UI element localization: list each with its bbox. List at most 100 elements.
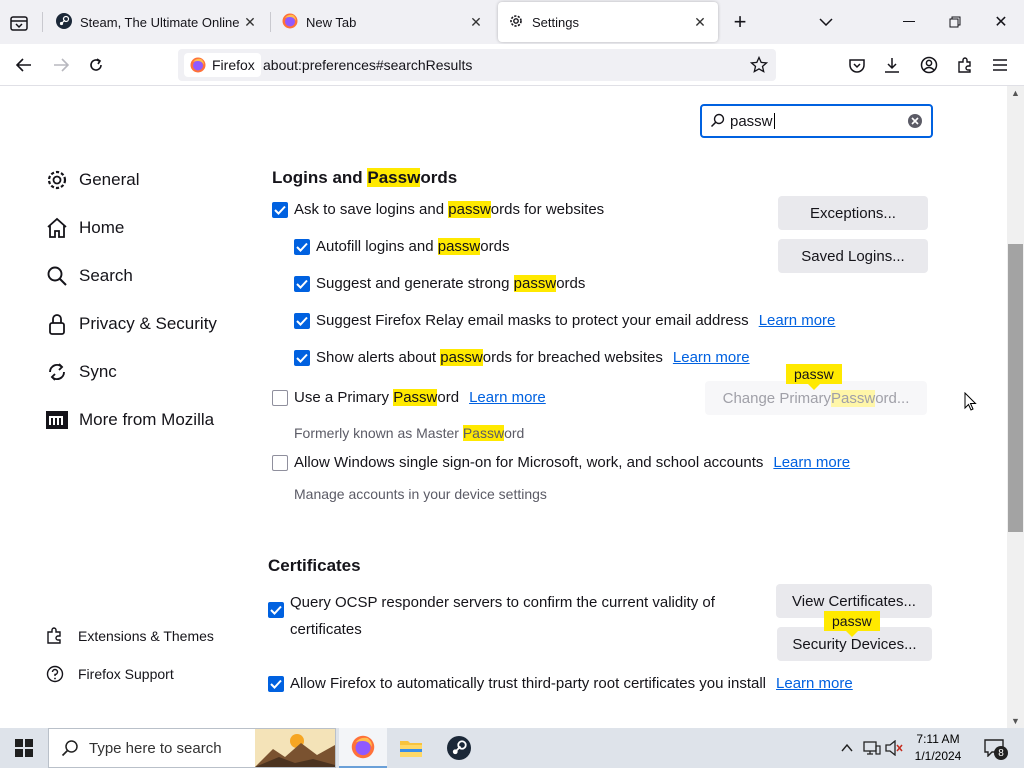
checkbox-checked-icon[interactable]	[294, 275, 310, 292]
learn-more-link[interactable]: Learn more	[673, 349, 750, 366]
ocsp-checkbox[interactable]: Query OCSP responder servers to confirm …	[268, 589, 715, 643]
close-icon[interactable]: ✕	[468, 14, 484, 30]
checkbox-checked-icon[interactable]	[268, 602, 284, 618]
sidebar-item-home[interactable]: Home	[44, 215, 124, 241]
taskbar-search-box[interactable]: Type here to search	[48, 728, 336, 768]
checkbox-label: Show alerts about passwords for breached…	[316, 349, 663, 366]
clear-search-icon[interactable]	[907, 113, 923, 129]
firefox-view-icon[interactable]	[8, 12, 30, 34]
back-icon[interactable]	[12, 53, 36, 77]
close-icon[interactable]: ✕	[692, 14, 708, 30]
checkbox-label: Autofill logins and passwords	[316, 238, 510, 255]
breach-alerts-checkbox[interactable]: Show alerts about passwords for breached…	[294, 349, 750, 366]
autofill-logins-checkbox[interactable]: Autofill logins and passwords	[294, 238, 509, 255]
account-icon[interactable]	[917, 53, 941, 77]
volume-muted-icon[interactable]	[884, 738, 904, 758]
search-value: passw	[730, 113, 775, 130]
list-all-tabs-icon[interactable]	[815, 11, 837, 33]
tab-new-tab[interactable]: New Tab ✕	[272, 2, 494, 42]
extensions-puzzle-icon[interactable]	[953, 53, 977, 77]
checkbox-unchecked-icon[interactable]	[272, 389, 288, 406]
relay-masks-checkbox[interactable]: Suggest Firefox Relay email masks to pro…	[294, 312, 835, 329]
sidebar-item-label: More from Mozilla	[79, 410, 215, 429]
steam-icon	[56, 12, 72, 32]
folder-icon	[399, 738, 423, 758]
checkbox-label: Allow Firefox to automatically trust thi…	[290, 675, 767, 692]
checkbox-label: Allow Windows single sign-on for Microso…	[294, 454, 764, 471]
mozilla-icon	[44, 407, 70, 433]
checkbox-unchecked-icon[interactable]	[272, 454, 288, 471]
windows-taskbar: Type here to search 7:11 AM 1/1/2024 8	[0, 728, 1024, 768]
new-tab-icon[interactable]: +	[729, 9, 751, 34]
forward-icon[interactable]	[49, 53, 73, 77]
sync-icon	[44, 359, 70, 385]
checkbox-label: Query OCSP responder servers to confirm …	[290, 594, 715, 638]
close-icon[interactable]: ✕	[242, 14, 258, 30]
menu-hamburger-icon[interactable]	[988, 53, 1012, 77]
download-icon[interactable]	[880, 53, 904, 77]
primary-password-checkbox[interactable]: Use a Primary Password Learn more	[272, 389, 546, 406]
taskbar-clock[interactable]: 7:11 AM 1/1/2024	[906, 731, 970, 765]
suggest-passwords-checkbox[interactable]: Suggest and generate strong passwords	[294, 275, 585, 292]
sidebar-extensions-link[interactable]: Extensions & Themes	[46, 627, 214, 645]
checkbox-checked-icon[interactable]	[268, 675, 284, 692]
sidebar-support-link[interactable]: Firefox Support	[46, 665, 174, 683]
checkbox-checked-icon[interactable]	[294, 312, 310, 329]
tab-separator	[270, 12, 271, 32]
network-icon[interactable]	[862, 738, 882, 758]
identity-box[interactable]: Firefox	[184, 53, 261, 77]
scrollbar-thumb[interactable]	[1008, 244, 1023, 532]
tab-steam[interactable]: Steam, The Ultimate Online Gar ✕	[46, 2, 268, 42]
puzzle-icon	[46, 627, 64, 645]
notification-center-icon[interactable]: 8	[982, 737, 1008, 760]
learn-more-link[interactable]: Learn more	[773, 454, 850, 471]
checkbox-checked-icon[interactable]	[294, 238, 310, 255]
sidebar-item-privacy[interactable]: Privacy & Security	[44, 311, 217, 337]
exceptions-button[interactable]: Exceptions...	[778, 196, 928, 230]
tab-settings[interactable]: Settings ✕	[498, 2, 718, 42]
window-close-icon[interactable]: ✕	[990, 11, 1012, 33]
scroll-up-icon[interactable]: ▲	[1011, 88, 1020, 98]
taskbar-firefox[interactable]	[339, 728, 387, 768]
tab-title: Settings	[532, 14, 579, 30]
checkbox-label: Suggest and generate strong passwords	[316, 275, 586, 292]
windows-start-icon[interactable]	[0, 728, 48, 768]
taskbar-steam[interactable]	[435, 728, 483, 768]
ask-save-logins-checkbox[interactable]: Ask to save logins and passwords for web…	[272, 201, 604, 218]
reload-icon[interactable]	[84, 53, 108, 77]
url-text[interactable]: about:preferences#searchResults	[263, 57, 472, 73]
taskbar-file-explorer[interactable]	[387, 728, 435, 768]
gear-icon	[44, 167, 70, 193]
restore-icon[interactable]	[944, 11, 966, 33]
learn-more-link[interactable]: Learn more	[759, 312, 836, 329]
sidebar-item-sync[interactable]: Sync	[44, 359, 117, 385]
search-icon	[44, 263, 70, 289]
trust-root-certs-checkbox[interactable]: Allow Firefox to automatically trust thi…	[268, 675, 853, 692]
saved-logins-button[interactable]: Saved Logins...	[778, 239, 928, 273]
mouse-cursor	[964, 391, 978, 416]
sso-note: Manage accounts in your device settings	[294, 486, 547, 502]
sidebar-item-general[interactable]: General	[44, 167, 139, 193]
sidebar-item-label: Home	[79, 218, 125, 237]
tab-title: New Tab	[306, 14, 357, 30]
primary-password-note: Formerly known as Master Password	[294, 425, 525, 441]
clock-time: 7:11 AM	[916, 732, 960, 746]
search-match-badge: passw	[824, 611, 880, 637]
preferences-search-input[interactable]: passw	[700, 104, 933, 138]
learn-more-link[interactable]: Learn more	[469, 389, 546, 406]
sidebar-item-more-from-mozilla[interactable]: More from Mozilla	[44, 407, 214, 433]
scroll-down-icon[interactable]: ▼	[1011, 716, 1020, 726]
minimize-icon[interactable]	[898, 11, 920, 33]
sidebar-item-search[interactable]: Search	[44, 263, 133, 289]
pocket-icon[interactable]	[845, 53, 869, 77]
checkbox-label: Ask to save logins and passwords for web…	[294, 201, 605, 218]
checkbox-checked-icon[interactable]	[272, 201, 288, 218]
show-hidden-icons-icon[interactable]	[838, 738, 856, 758]
windows-sso-checkbox[interactable]: Allow Windows single sign-on for Microso…	[272, 454, 850, 471]
learn-more-link[interactable]: Learn more	[776, 675, 853, 692]
page-scrollbar[interactable]: ▲ ▼	[1007, 86, 1024, 728]
bookmark-star-icon[interactable]	[748, 54, 770, 76]
clock-date: 1/1/2024	[914, 749, 962, 763]
checkbox-checked-icon[interactable]	[294, 349, 310, 366]
url-bar[interactable]: Firefox about:preferences#searchResults	[178, 49, 776, 81]
